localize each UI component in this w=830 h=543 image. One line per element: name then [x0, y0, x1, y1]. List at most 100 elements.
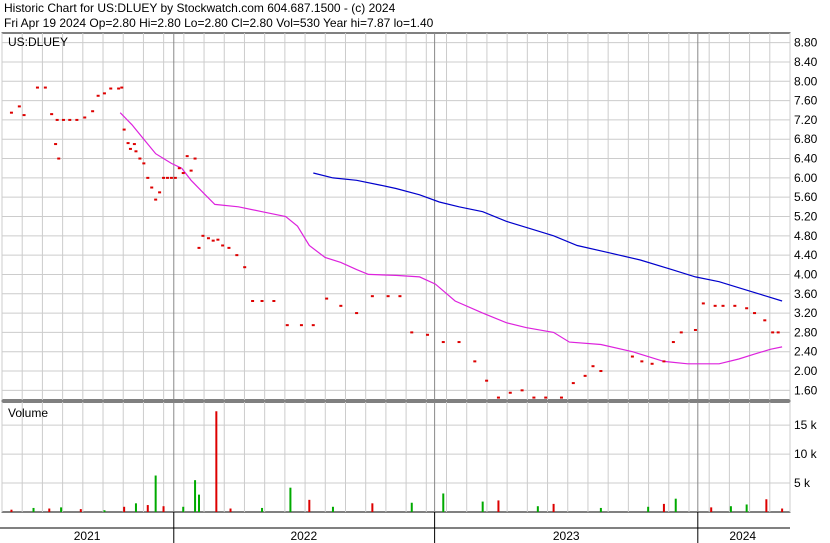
- price-point: [544, 396, 548, 399]
- price-tick-label: 6.80: [794, 132, 818, 146]
- price-point: [50, 113, 54, 116]
- volume-panel: 15 k 10 k 5 k Volume: [1, 401, 818, 513]
- volume-bar: [79, 509, 82, 512]
- price-point: [134, 150, 138, 153]
- price-point: [559, 396, 563, 399]
- price-point: [185, 155, 189, 158]
- price-point: [197, 246, 201, 249]
- price-point: [386, 295, 390, 298]
- price-point: [776, 331, 780, 334]
- volume-bar: [194, 480, 197, 512]
- price-point: [165, 176, 169, 179]
- volume-bar: [146, 505, 149, 512]
- price-point: [158, 191, 162, 194]
- price-point: [117, 87, 121, 90]
- price-point: [671, 341, 675, 344]
- volume-bar: [599, 507, 602, 512]
- price-point: [441, 341, 445, 344]
- price-point: [285, 324, 289, 327]
- price-point: [35, 86, 39, 89]
- volume-tick-label: 5 k: [794, 476, 811, 490]
- price-tick-label: 2.40: [794, 345, 818, 359]
- price-tick-label: 4.00: [794, 267, 818, 281]
- price-point: [410, 331, 414, 334]
- price-tick-label: 7.60: [794, 94, 818, 108]
- price-point: [532, 396, 536, 399]
- price-tick-label: 8.00: [794, 74, 818, 88]
- price-point: [132, 143, 136, 146]
- price-point: [177, 167, 181, 170]
- volume-bar: [215, 411, 218, 512]
- price-point: [181, 172, 185, 175]
- price-point: [496, 396, 500, 399]
- price-point: [227, 246, 231, 249]
- price-point: [426, 333, 430, 336]
- volume-bar: [261, 507, 264, 512]
- price-panel-title: US:DLUEY: [8, 35, 68, 49]
- price-point: [679, 331, 683, 334]
- volume-bar: [781, 508, 784, 512]
- price-point: [146, 176, 150, 179]
- volume-panel-frame: [1, 401, 791, 513]
- volume-bar: [331, 506, 334, 512]
- price-point: [126, 142, 130, 145]
- price-point: [713, 304, 717, 307]
- volume-bar: [674, 498, 677, 512]
- year-axis: 2021 2022 2023 2024: [0, 512, 790, 543]
- stock-chart: 8.80 8.40 8.00 7.60 7.20 6.80 6.40 6.00 5.60 5.20…: [0, 32, 818, 543]
- volume-bar: [182, 506, 185, 512]
- volume-bar: [729, 506, 732, 512]
- price-point: [662, 360, 666, 363]
- year-label: 2024: [729, 529, 756, 543]
- price-point: [630, 355, 634, 358]
- price-point: [17, 105, 21, 108]
- price-point: [272, 300, 276, 303]
- price-point: [68, 118, 72, 121]
- price-point: [154, 198, 158, 201]
- price-point: [520, 389, 524, 392]
- price-point: [398, 295, 402, 298]
- price-point: [753, 312, 757, 315]
- price-point: [583, 374, 587, 377]
- price-tick-label: 3.60: [794, 287, 818, 301]
- price-tick-label: 8.80: [794, 36, 818, 50]
- volume-bar: [103, 510, 106, 512]
- volume-bar: [481, 501, 484, 512]
- price-point: [211, 239, 215, 242]
- price-tick-label: 6.00: [794, 171, 818, 185]
- price-panel: 8.80 8.40 8.00 7.60 7.20 6.80 6.40 6.00 5.60 5.20…: [1, 32, 818, 401]
- volume-bar: [134, 503, 137, 512]
- price-point: [102, 92, 106, 95]
- price-point: [201, 234, 205, 237]
- price-tick-label: 6.40: [794, 152, 818, 166]
- volume-bar: [765, 499, 768, 512]
- price-tick-label: 2.00: [794, 364, 818, 378]
- price-point: [193, 157, 197, 160]
- price-point: [370, 295, 374, 298]
- price-point: [251, 300, 255, 303]
- volume-bar: [32, 507, 35, 512]
- price-point: [22, 114, 26, 117]
- volume-bar: [198, 494, 200, 512]
- price-point: [138, 157, 142, 160]
- price-point: [260, 300, 264, 303]
- volume-bar: [662, 503, 665, 512]
- year-label: 2021: [74, 529, 101, 543]
- price-point: [216, 238, 220, 241]
- volume-tick-label: 10 k: [794, 447, 818, 461]
- price-point: [571, 382, 575, 385]
- price-point: [75, 118, 79, 121]
- price-tick-label: 8.40: [794, 55, 818, 69]
- price-point: [591, 365, 595, 368]
- price-point: [745, 307, 749, 310]
- price-point: [473, 360, 477, 363]
- price-point: [55, 118, 59, 121]
- price-tick-label: 5.20: [794, 210, 818, 224]
- price-tick-label: 7.20: [794, 113, 818, 127]
- price-point: [243, 266, 247, 269]
- volume-bar: [371, 503, 374, 512]
- price-point: [142, 162, 146, 165]
- price-point: [457, 341, 461, 344]
- volume-bar: [48, 508, 51, 512]
- price-tick-label: 1.60: [794, 383, 818, 397]
